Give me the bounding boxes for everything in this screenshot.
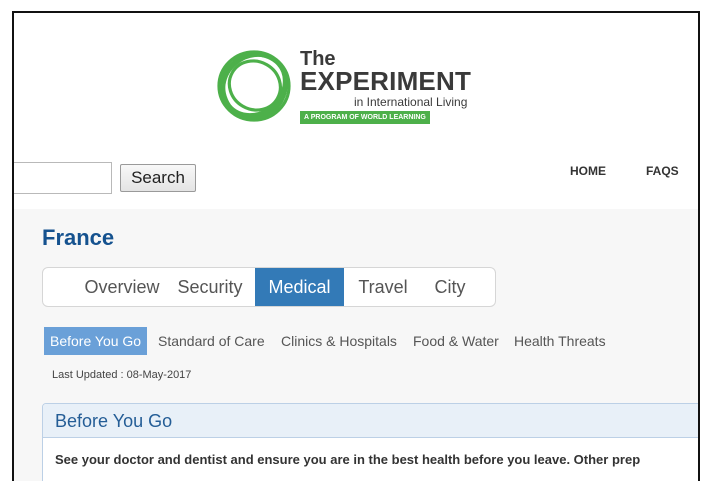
subtab-standard-of-care[interactable]: Standard of Care xyxy=(158,327,265,355)
search-button[interactable]: Search xyxy=(120,164,196,192)
section-tabs: Overview Security Medical Travel City xyxy=(42,267,496,307)
tab-city[interactable]: City xyxy=(422,268,478,306)
logo-text-intl: in International Living xyxy=(354,95,468,109)
page-title: France xyxy=(42,225,115,250)
tab-travel[interactable]: Travel xyxy=(344,268,422,306)
nav-home-link[interactable]: HOME xyxy=(570,164,606,178)
info-panel: Before You Go See your doctor and dentis… xyxy=(42,403,698,481)
logo-program-badge: A PROGRAM OF WORLD LEARNING xyxy=(300,111,430,124)
subtab-food-water[interactable]: Food & Water xyxy=(413,327,499,355)
main-content: France Overview Security Medical Travel … xyxy=(14,209,698,481)
panel-title: Before You Go xyxy=(43,404,698,438)
subtab-clinics-hospitals[interactable]: Clinics & Hospitals xyxy=(281,327,397,355)
site-logo[interactable]: The EXPERIMENT in International Living A… xyxy=(214,45,484,127)
logo-text-experiment: EXPERIMENT xyxy=(300,66,472,96)
tab-medical[interactable]: Medical xyxy=(255,268,344,306)
panel-body-text: See your doctor and dentist and ensure y… xyxy=(55,452,641,467)
logo-ring-icon xyxy=(217,50,291,122)
tab-security[interactable]: Security xyxy=(165,268,255,306)
subtab-health-threats[interactable]: Health Threats xyxy=(514,327,606,355)
last-updated: Last Updated : 08-May-2017 xyxy=(52,369,192,381)
subtab-before-you-go[interactable]: Before You Go xyxy=(44,327,148,355)
search-input[interactable] xyxy=(14,162,112,194)
nav-faqs-link[interactable]: FAQS xyxy=(646,164,679,178)
browser-page: The EXPERIMENT in International Living A… xyxy=(12,11,700,481)
